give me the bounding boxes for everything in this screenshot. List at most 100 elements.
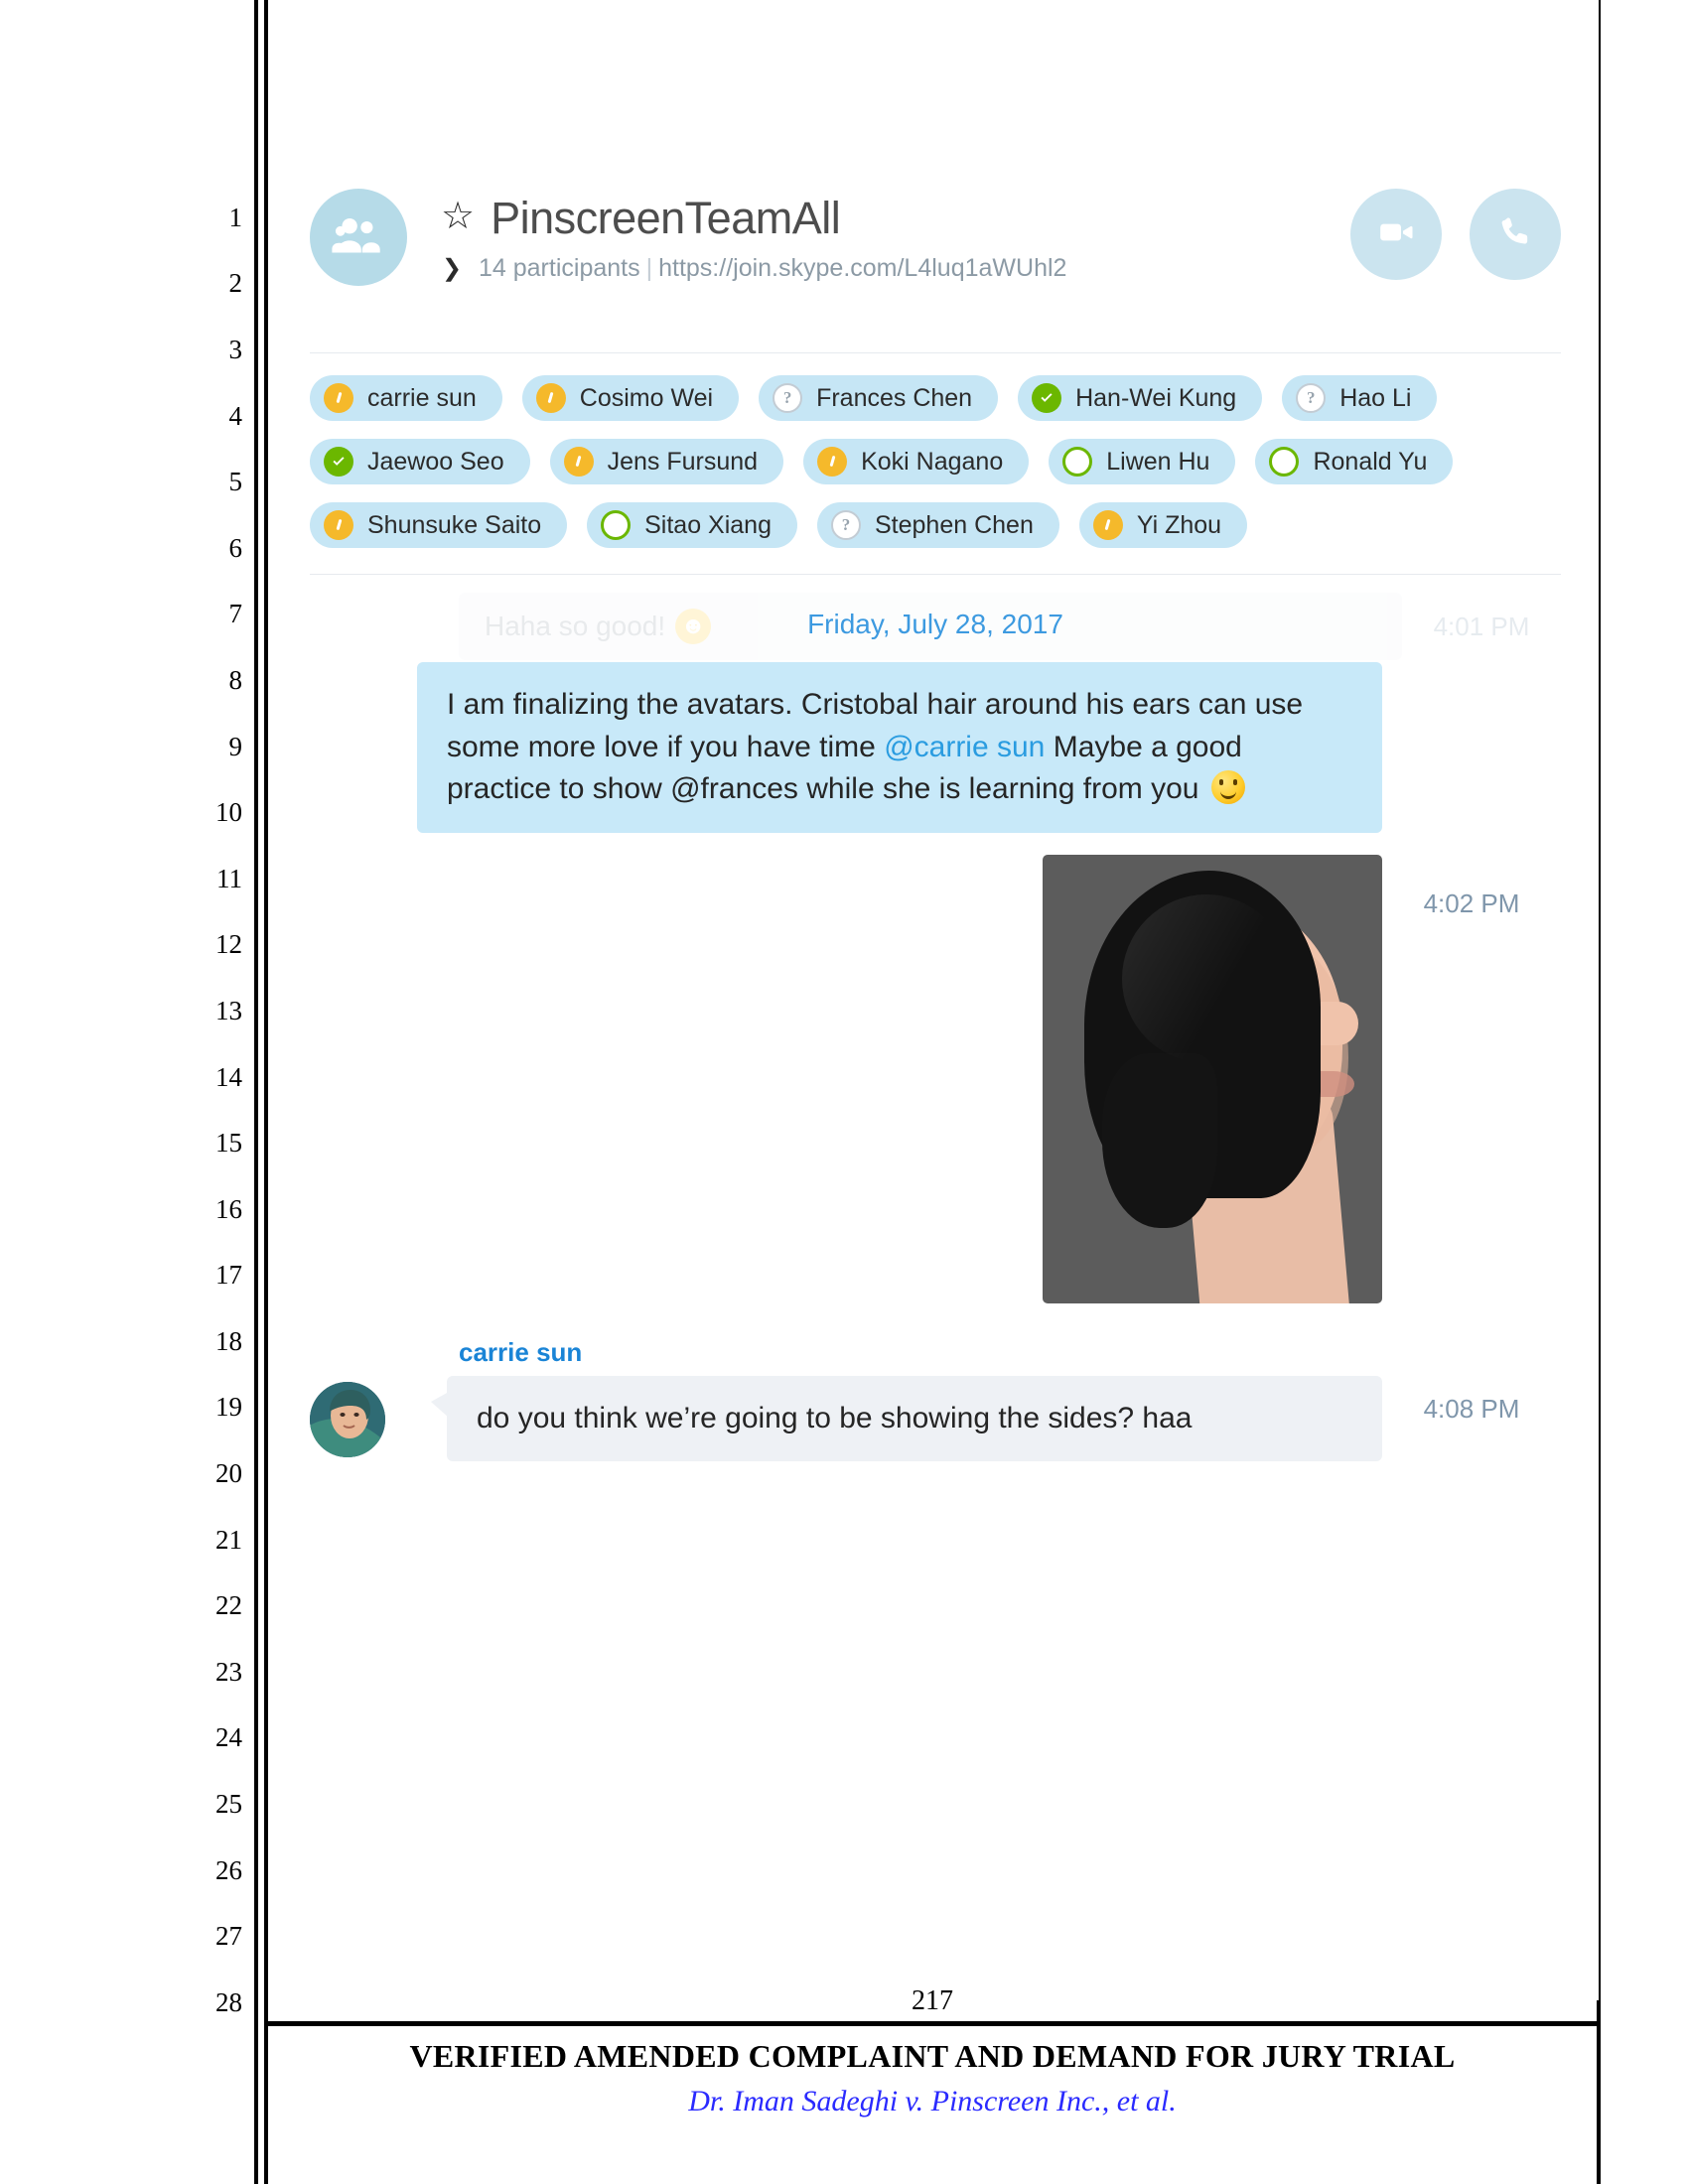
page-title: PinscreenTeamAll — [491, 193, 841, 243]
participant-chip[interactable]: Han-Wei Kung — [1018, 375, 1263, 421]
participant-chip[interactable]: Yi Zhou — [1078, 502, 1248, 548]
message-row-incoming: do you think we’re going to be showing t… — [310, 1375, 1561, 1462]
participant-name: Sitao Xiang — [644, 510, 772, 539]
chat-header: ☆ PinscreenTeamAll ❯ 14 participants | htt… — [310, 179, 1561, 353]
group-people-icon — [331, 207, 386, 268]
status-online-icon — [1032, 383, 1062, 413]
line-number: 17 — [215, 1260, 242, 1291]
render-hair-back — [1102, 1052, 1217, 1228]
participant-chip[interactable]: Koki Nagano — [803, 439, 1030, 484]
status-unknown-icon: ? — [773, 383, 803, 413]
message-bubble-incoming[interactable]: do you think we’re going to be showing t… — [431, 1375, 1382, 1462]
video-call-button[interactable] — [1350, 189, 1442, 280]
participant-chip[interactable]: Liwen Hu — [1049, 439, 1236, 484]
participant-name: Liwen Hu — [1106, 447, 1210, 476]
participant-chip[interactable]: ? Hao Li — [1282, 375, 1438, 421]
line-number: 12 — [215, 929, 242, 960]
participant-name: Jens Fursund — [607, 447, 759, 476]
slightly-smiling-face-icon — [1210, 770, 1245, 805]
incoming-message-group: carrie sun do you think we’re going to b… — [310, 1337, 1561, 1462]
participant-chip[interactable]: ? Frances Chen — [759, 375, 999, 421]
attachment-body — [417, 854, 1382, 1303]
message-time-blank — [1382, 662, 1561, 680]
participant-chip[interactable]: Shunsuke Saito — [310, 502, 568, 548]
participant-chip[interactable]: Ronald Yu — [1255, 439, 1454, 484]
status-away-icon — [324, 383, 353, 413]
message-row-outgoing-text: I am finalizing the avatars. Cristobal h… — [310, 662, 1561, 833]
line-number: 1 — [228, 202, 243, 232]
page-footer: 217 VERIFIED AMENDED COMPLAINT AND DEMAN… — [268, 1985, 1597, 2184]
participant-chip[interactable]: Sitao Xiang — [587, 502, 797, 548]
line-number: 4 — [228, 400, 243, 431]
line-number: 6 — [228, 532, 243, 563]
chat-title-row: ☆ PinscreenTeamAll — [441, 193, 1303, 244]
status-offline-icon — [1269, 447, 1300, 477]
message-time: 4:08 PM — [1423, 1393, 1520, 1424]
audio-call-button[interactable] — [1470, 189, 1561, 280]
line-number: 22 — [215, 1590, 242, 1621]
subtitle-separator: | — [645, 254, 653, 282]
attachment-time: 4:02 PM — [1423, 887, 1520, 918]
status-offline-icon — [1062, 447, 1093, 477]
line-number: 10 — [215, 797, 242, 828]
line-number: 15 — [215, 1128, 242, 1159]
message-stream: Haha so good! ☻ 4:01 PM Friday, July 28,… — [310, 575, 1561, 1462]
pleading-page: 1 2 3 4 5 6 7 8 9 10 11 12 13 14 15 16 17 18 19 20 21 22 23 24 2… — [0, 0, 1688, 2184]
line-number: 26 — [215, 1854, 242, 1885]
participant-name: Koki Nagano — [861, 447, 1004, 476]
participant-name: Han-Wei Kung — [1075, 383, 1237, 412]
chat-subtitle-row: ❯ 14 participants | https://join.skype.com… — [441, 254, 1303, 283]
line-number: 18 — [215, 1325, 242, 1356]
star-icon[interactable]: ☆ — [441, 198, 475, 235]
participant-count: 14 participants — [479, 254, 640, 282]
avatar-slot — [310, 855, 417, 861]
status-away-icon — [817, 447, 848, 477]
page-number: 217 — [912, 1985, 953, 2016]
message-bubble-outgoing[interactable]: I am finalizing the avatars. Cristobal h… — [417, 662, 1382, 833]
status-away-icon — [1092, 510, 1123, 540]
mention-carrie-sun[interactable]: @carrie sun — [884, 731, 1045, 763]
join-link[interactable]: https://join.skype.com/L4luq1aWUhl2 — [658, 254, 1066, 282]
attachment-spacer — [417, 855, 1043, 1303]
participant-chip[interactable]: Jens Fursund — [549, 439, 784, 484]
participant-name: Hao Li — [1339, 383, 1412, 412]
chat-header-text: ☆ PinscreenTeamAll ❯ 14 participants | htt… — [441, 193, 1303, 283]
participant-name: Frances Chen — [816, 383, 973, 412]
left-margin-rule-inner — [264, 0, 268, 2184]
line-number: 23 — [215, 1656, 242, 1687]
render-hair-sheen — [1122, 893, 1291, 1063]
group-avatar — [310, 189, 407, 286]
chevron-down-icon[interactable]: ❯ — [441, 256, 463, 281]
participant-chip[interactable]: Jaewoo Seo — [310, 439, 530, 484]
status-away-icon — [324, 510, 353, 540]
participant-chip[interactable]: Cosimo Wei — [521, 375, 740, 421]
participant-chip[interactable]: carrie sun — [310, 375, 502, 421]
status-unknown-icon: ? — [831, 510, 861, 540]
video-camera-icon — [1376, 212, 1416, 257]
avatar-render-image[interactable] — [1043, 854, 1382, 1303]
participant-name: Jaewoo Seo — [367, 447, 504, 476]
line-number-column: 1 2 3 4 5 6 7 8 9 10 11 12 13 14 15 16 17 18 19 20 21 22 23 24 2… — [189, 185, 242, 2036]
participant-name: Yi Zhou — [1136, 510, 1222, 539]
participant-name: Shunsuke Saito — [367, 510, 542, 539]
line-number: 20 — [215, 1458, 242, 1489]
render-nose — [1317, 1001, 1358, 1045]
line-number: 19 — [215, 1392, 242, 1423]
line-number: 14 — [215, 1061, 242, 1092]
participant-chip[interactable]: ? Stephen Chen — [817, 502, 1059, 548]
message-body: I am finalizing the avatars. Cristobal h… — [417, 662, 1382, 833]
line-number: 2 — [228, 268, 243, 299]
line-number: 27 — [215, 1921, 242, 1952]
line-number: 8 — [228, 664, 243, 695]
phone-icon — [1495, 212, 1535, 257]
line-number: 11 — [216, 863, 242, 893]
line-number: 16 — [215, 1193, 242, 1224]
avatar-slot — [310, 662, 417, 668]
chat-header-actions — [1350, 189, 1561, 280]
participants-list: carrie sun Cosimo Wei? Frances Chen Han-Wei… — [310, 375, 1561, 575]
line-number: 21 — [215, 1524, 242, 1555]
line-number: 13 — [215, 995, 242, 1025]
date-divider: Friday, July 28, 2017 — [807, 609, 1063, 639]
left-margin-rule-outer — [254, 0, 258, 2184]
avatar[interactable] — [310, 1381, 385, 1457]
